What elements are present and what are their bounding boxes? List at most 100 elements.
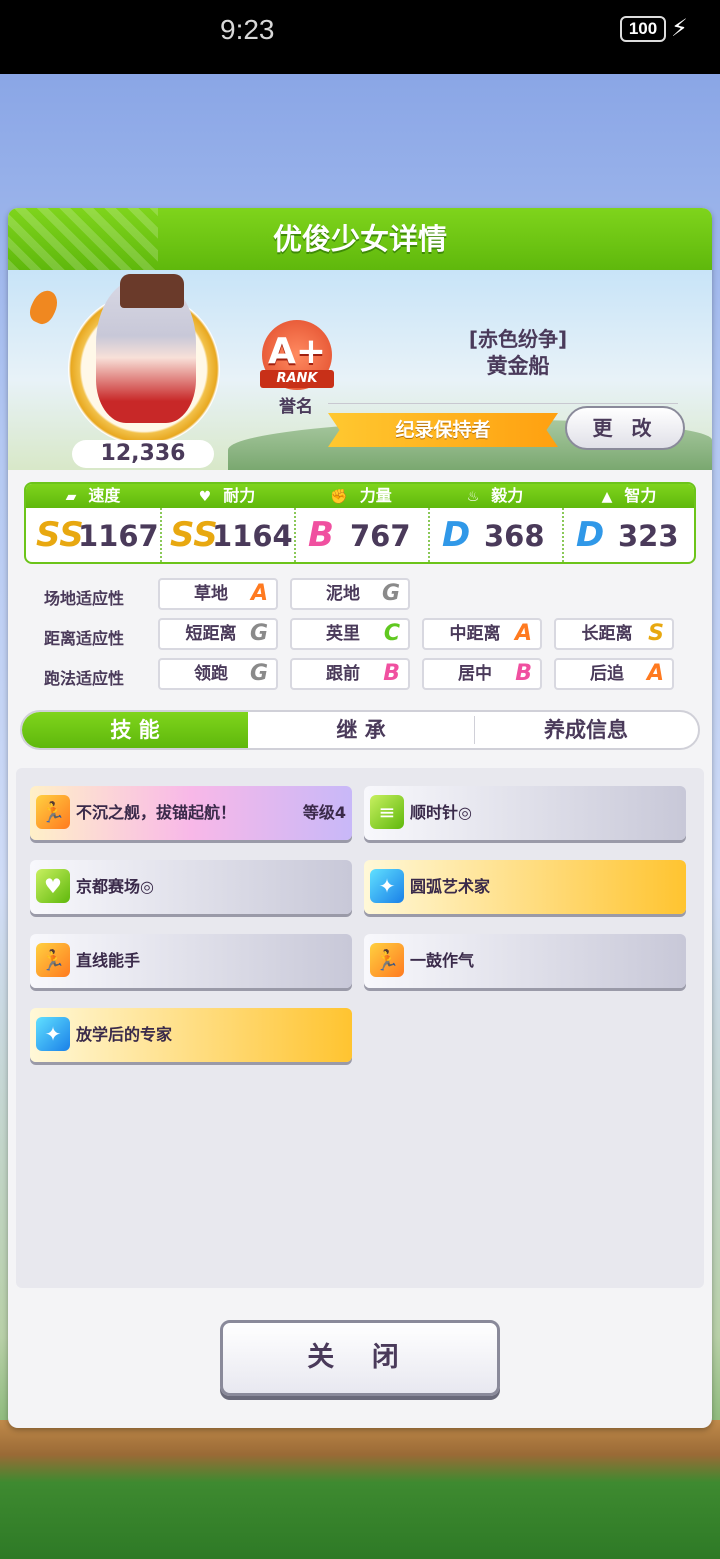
title-divider <box>328 403 678 404</box>
stat-value: 1164 <box>212 519 293 553</box>
charging-icon: ⚡ <box>671 14 688 42</box>
stat-stamina-header: ♥ 耐力 <box>160 484 294 508</box>
skill-name: 不沉之舰，拔锚起航！ <box>76 803 237 822</box>
heart-icon: ♥ <box>198 489 212 505</box>
aptitude-chaser: 后追 A <box>554 658 674 690</box>
stat-label: 力量 <box>359 486 392 505</box>
stat-value: 323 <box>618 519 679 553</box>
muscle-icon: ✊ <box>330 489 348 505</box>
aptitude-name: 中距离 <box>449 624 501 644</box>
aptitude-name: 短距离 <box>185 624 237 644</box>
aptitude-grade: A <box>514 621 532 646</box>
character-epithet: [赤色纷争] <box>468 327 568 351</box>
aptitude-grade: G <box>249 661 268 686</box>
stat-value: 368 <box>484 519 545 553</box>
skill-name: 顺时针◎ <box>410 803 472 822</box>
skill-item[interactable]: 🏃 直线能手 <box>30 934 352 988</box>
skill-name: 一鼓作气 <box>410 951 475 970</box>
stat-value: 1167 <box>78 519 159 553</box>
battery-icon: 100 <box>620 16 666 42</box>
aptitude-grade: B <box>383 661 400 686</box>
shoe-icon: ▰ <box>65 489 77 505</box>
title-badge: 纪录保持者 <box>328 413 558 447</box>
aptitude-turf: 草地 A <box>158 578 278 610</box>
aptitude-leader: 跟前 B <box>290 658 410 690</box>
dialog-title: 优俊少女详情 <box>272 222 447 256</box>
aptitude-name: 泥地 <box>326 584 360 604</box>
skill-level: 等级4 <box>302 803 346 822</box>
aptitude-grade: A <box>646 661 664 686</box>
aptitude-name: 领跑 <box>194 664 228 684</box>
aptitude-grade: A <box>250 581 268 606</box>
skill-item[interactable]: 🏃 一鼓作气 <box>364 934 686 988</box>
racetrack-background <box>0 1420 720 1559</box>
stat-grade: D <box>442 515 471 555</box>
stat-power: ✊ 力量 B 767 <box>294 484 428 562</box>
dialog-header: 优俊少女详情 <box>8 208 712 270</box>
stat-wisdom-header: ▲ 智力 <box>562 484 694 508</box>
horse-girl-detail-dialog: 优俊少女详情 12,336 A+ RANK 誉名 [赤色纷争] 黄金船 纪录保持… <box>8 208 712 1428</box>
style-aptitude-label: 跑法适应性 <box>44 669 125 688</box>
stat-speed: ▰ 速度 SS 1167 <box>26 484 160 562</box>
runner-icon: 🏃 <box>36 943 70 977</box>
fan-count: 12,336 <box>72 440 214 468</box>
stat-power-header: ✊ 力量 <box>294 484 428 508</box>
rank-label: 誉名 <box>279 397 313 417</box>
skills-list: 🏃 不沉之舰，拔锚起航！ 等级4 ≡ 顺时针◎ ♥ 京都赛场◎ ✦ 圆弧艺术家 … <box>16 768 704 1288</box>
heart-icon: ♥ <box>36 869 70 903</box>
skill-item[interactable]: ✦ 圆弧艺术家 <box>364 860 686 914</box>
skill-name: 直线能手 <box>76 951 141 970</box>
runner-icon: 🏃 <box>370 943 404 977</box>
runner-icon: 🏃 <box>36 795 70 829</box>
track-aptitude-label: 场地适应性 <box>44 589 125 608</box>
stat-guts: ♨ 毅力 D 368 <box>428 484 562 562</box>
stat-stamina: ♥ 耐力 SS 1164 <box>160 484 294 562</box>
aptitude-dirt: 泥地 G <box>290 578 410 610</box>
aptitude-name: 后追 <box>590 664 624 684</box>
stat-grade: SS <box>36 515 84 555</box>
skill-item[interactable]: 🏃 不沉之舰，拔锚起航！ 等级4 <box>30 786 352 840</box>
portrait-hat <box>120 274 184 308</box>
sparkle-icon: ✦ <box>370 869 404 903</box>
status-bar: 9:23 100 ⚡ <box>0 0 720 74</box>
skill-item[interactable]: ♥ 京都赛场◎ <box>30 860 352 914</box>
flame-icon: ♨ <box>466 489 480 505</box>
stat-grade: B <box>308 515 334 555</box>
stat-label: 毅力 <box>491 486 524 505</box>
aptitude-grade: G <box>249 621 268 646</box>
aptitude-name: 跟前 <box>326 664 360 684</box>
aptitude-name: 长距离 <box>581 624 633 644</box>
sparkle-icon: ✦ <box>36 1017 70 1051</box>
aptitude-mile: 英里 C <box>290 618 410 650</box>
character-name: 黄金船 <box>486 354 550 378</box>
aptitude-grade: B <box>515 661 532 686</box>
close-button[interactable]: 关 闭 <box>220 1320 500 1396</box>
aptitude-sprint: 短距离 G <box>158 618 278 650</box>
change-title-button[interactable]: 更 改 <box>565 406 685 450</box>
stat-grade: D <box>576 515 605 555</box>
stat-value: 767 <box>350 519 411 553</box>
aptitude-grade: S <box>648 621 664 646</box>
distance-aptitude-label: 距离适应性 <box>44 629 125 648</box>
stat-label: 智力 <box>624 486 657 505</box>
aptitude-runner: 领跑 G <box>158 658 278 690</box>
tab-inheritance[interactable]: 继 承 <box>248 712 474 748</box>
stat-label: 速度 <box>88 486 121 505</box>
tab-skills[interactable]: 技 能 <box>22 712 248 748</box>
skill-item[interactable]: ✦ 放学后的专家 <box>30 1008 352 1062</box>
aptitude-name: 英里 <box>326 624 360 644</box>
skill-name: 圆弧艺术家 <box>410 877 491 896</box>
stats-panel: ▰ 速度 SS 1167 ♥ 耐力 SS 1164 ✊ 力量 B 767 ♨ 毅力 D … <box>24 482 696 564</box>
stat-guts-header: ♨ 毅力 <box>428 484 562 508</box>
skill-item[interactable]: ≡ 顺时针◎ <box>364 786 686 840</box>
detail-tabs: 技 能 继 承 养成信息 <box>20 710 700 750</box>
graduation-cap-icon: ▲ <box>601 489 613 505</box>
aptitude-grade: C <box>383 621 400 646</box>
aptitude-grade: G <box>381 581 400 606</box>
skill-name: 放学后的专家 <box>76 1025 173 1044</box>
aptitude-long: 长距离 S <box>554 618 674 650</box>
stat-speed-header: ▰ 速度 <box>26 484 160 508</box>
aptitude-name: 草地 <box>194 584 228 604</box>
tab-training-info[interactable]: 养成信息 <box>474 712 698 748</box>
skill-name: 京都赛场◎ <box>76 877 154 896</box>
